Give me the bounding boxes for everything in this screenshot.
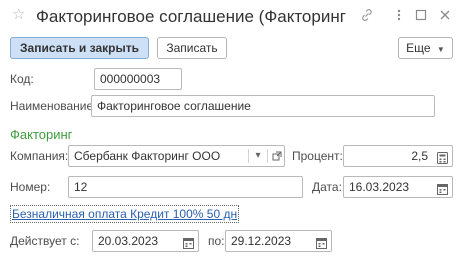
calendar-icon[interactable] <box>437 181 448 195</box>
valid-from-field[interactable]: 20.03.2023 <box>92 230 199 252</box>
date-label: Дата: <box>312 180 342 194</box>
valid-from-label: Действует с: <box>10 234 80 248</box>
more-vertical-icon[interactable] <box>392 8 406 22</box>
date-field[interactable]: 16.03.2023 <box>343 176 453 198</box>
number-field[interactable]: 12 <box>68 176 303 198</box>
name-label: Наименование: <box>10 99 97 113</box>
calendar-icon[interactable] <box>183 235 194 249</box>
chevron-down-icon: ▼ <box>436 45 445 54</box>
code-field[interactable]: 000000003 <box>94 68 182 90</box>
star-icon[interactable]: ☆ <box>12 7 26 22</box>
save-and-close-button[interactable]: Записать и закрыть <box>10 37 149 59</box>
section-title-factoring: Факторинг <box>10 127 73 142</box>
date-value: 16.03.2023 <box>349 180 410 194</box>
link-icon[interactable] <box>360 8 374 22</box>
company-dropdown-icon[interactable]: ▾ <box>249 146 267 166</box>
save-button[interactable]: Записать <box>157 37 227 59</box>
company-field[interactable]: Сбербанк Факторинг ООО ▾ <box>68 145 285 167</box>
valid-to-field[interactable]: 29.12.2023 <box>225 230 332 252</box>
open-link-icon[interactable] <box>268 146 284 166</box>
company-label: Компания: <box>10 149 69 163</box>
more-label: Еще <box>406 41 431 55</box>
valid-from-value: 20.03.2023 <box>98 234 159 248</box>
valid-to-label: по: <box>208 234 225 248</box>
close-icon[interactable] <box>438 8 452 22</box>
code-label: Код: <box>10 72 34 86</box>
number-label: Номер: <box>10 180 51 194</box>
more-button[interactable]: Еще ▼ <box>398 37 453 59</box>
payment-terms-link[interactable]: Безналичная оплата Кредит 100% 50 дн <box>10 205 240 223</box>
window-title: Факторинговое соглашение (Факторинг <box>36 7 346 26</box>
valid-to-value: 29.12.2023 <box>231 234 292 248</box>
percent-field[interactable]: 2,5 <box>343 145 453 167</box>
calculator-icon[interactable] <box>437 150 448 164</box>
percent-value: 2,5 <box>411 149 428 163</box>
name-field[interactable]: Факторинговое соглашение <box>91 95 435 117</box>
maximize-icon[interactable] <box>414 8 428 22</box>
company-value: Сбербанк Факторинг ООО <box>74 149 221 163</box>
calendar-icon[interactable] <box>316 235 327 249</box>
percent-label: Процент: <box>292 149 343 163</box>
